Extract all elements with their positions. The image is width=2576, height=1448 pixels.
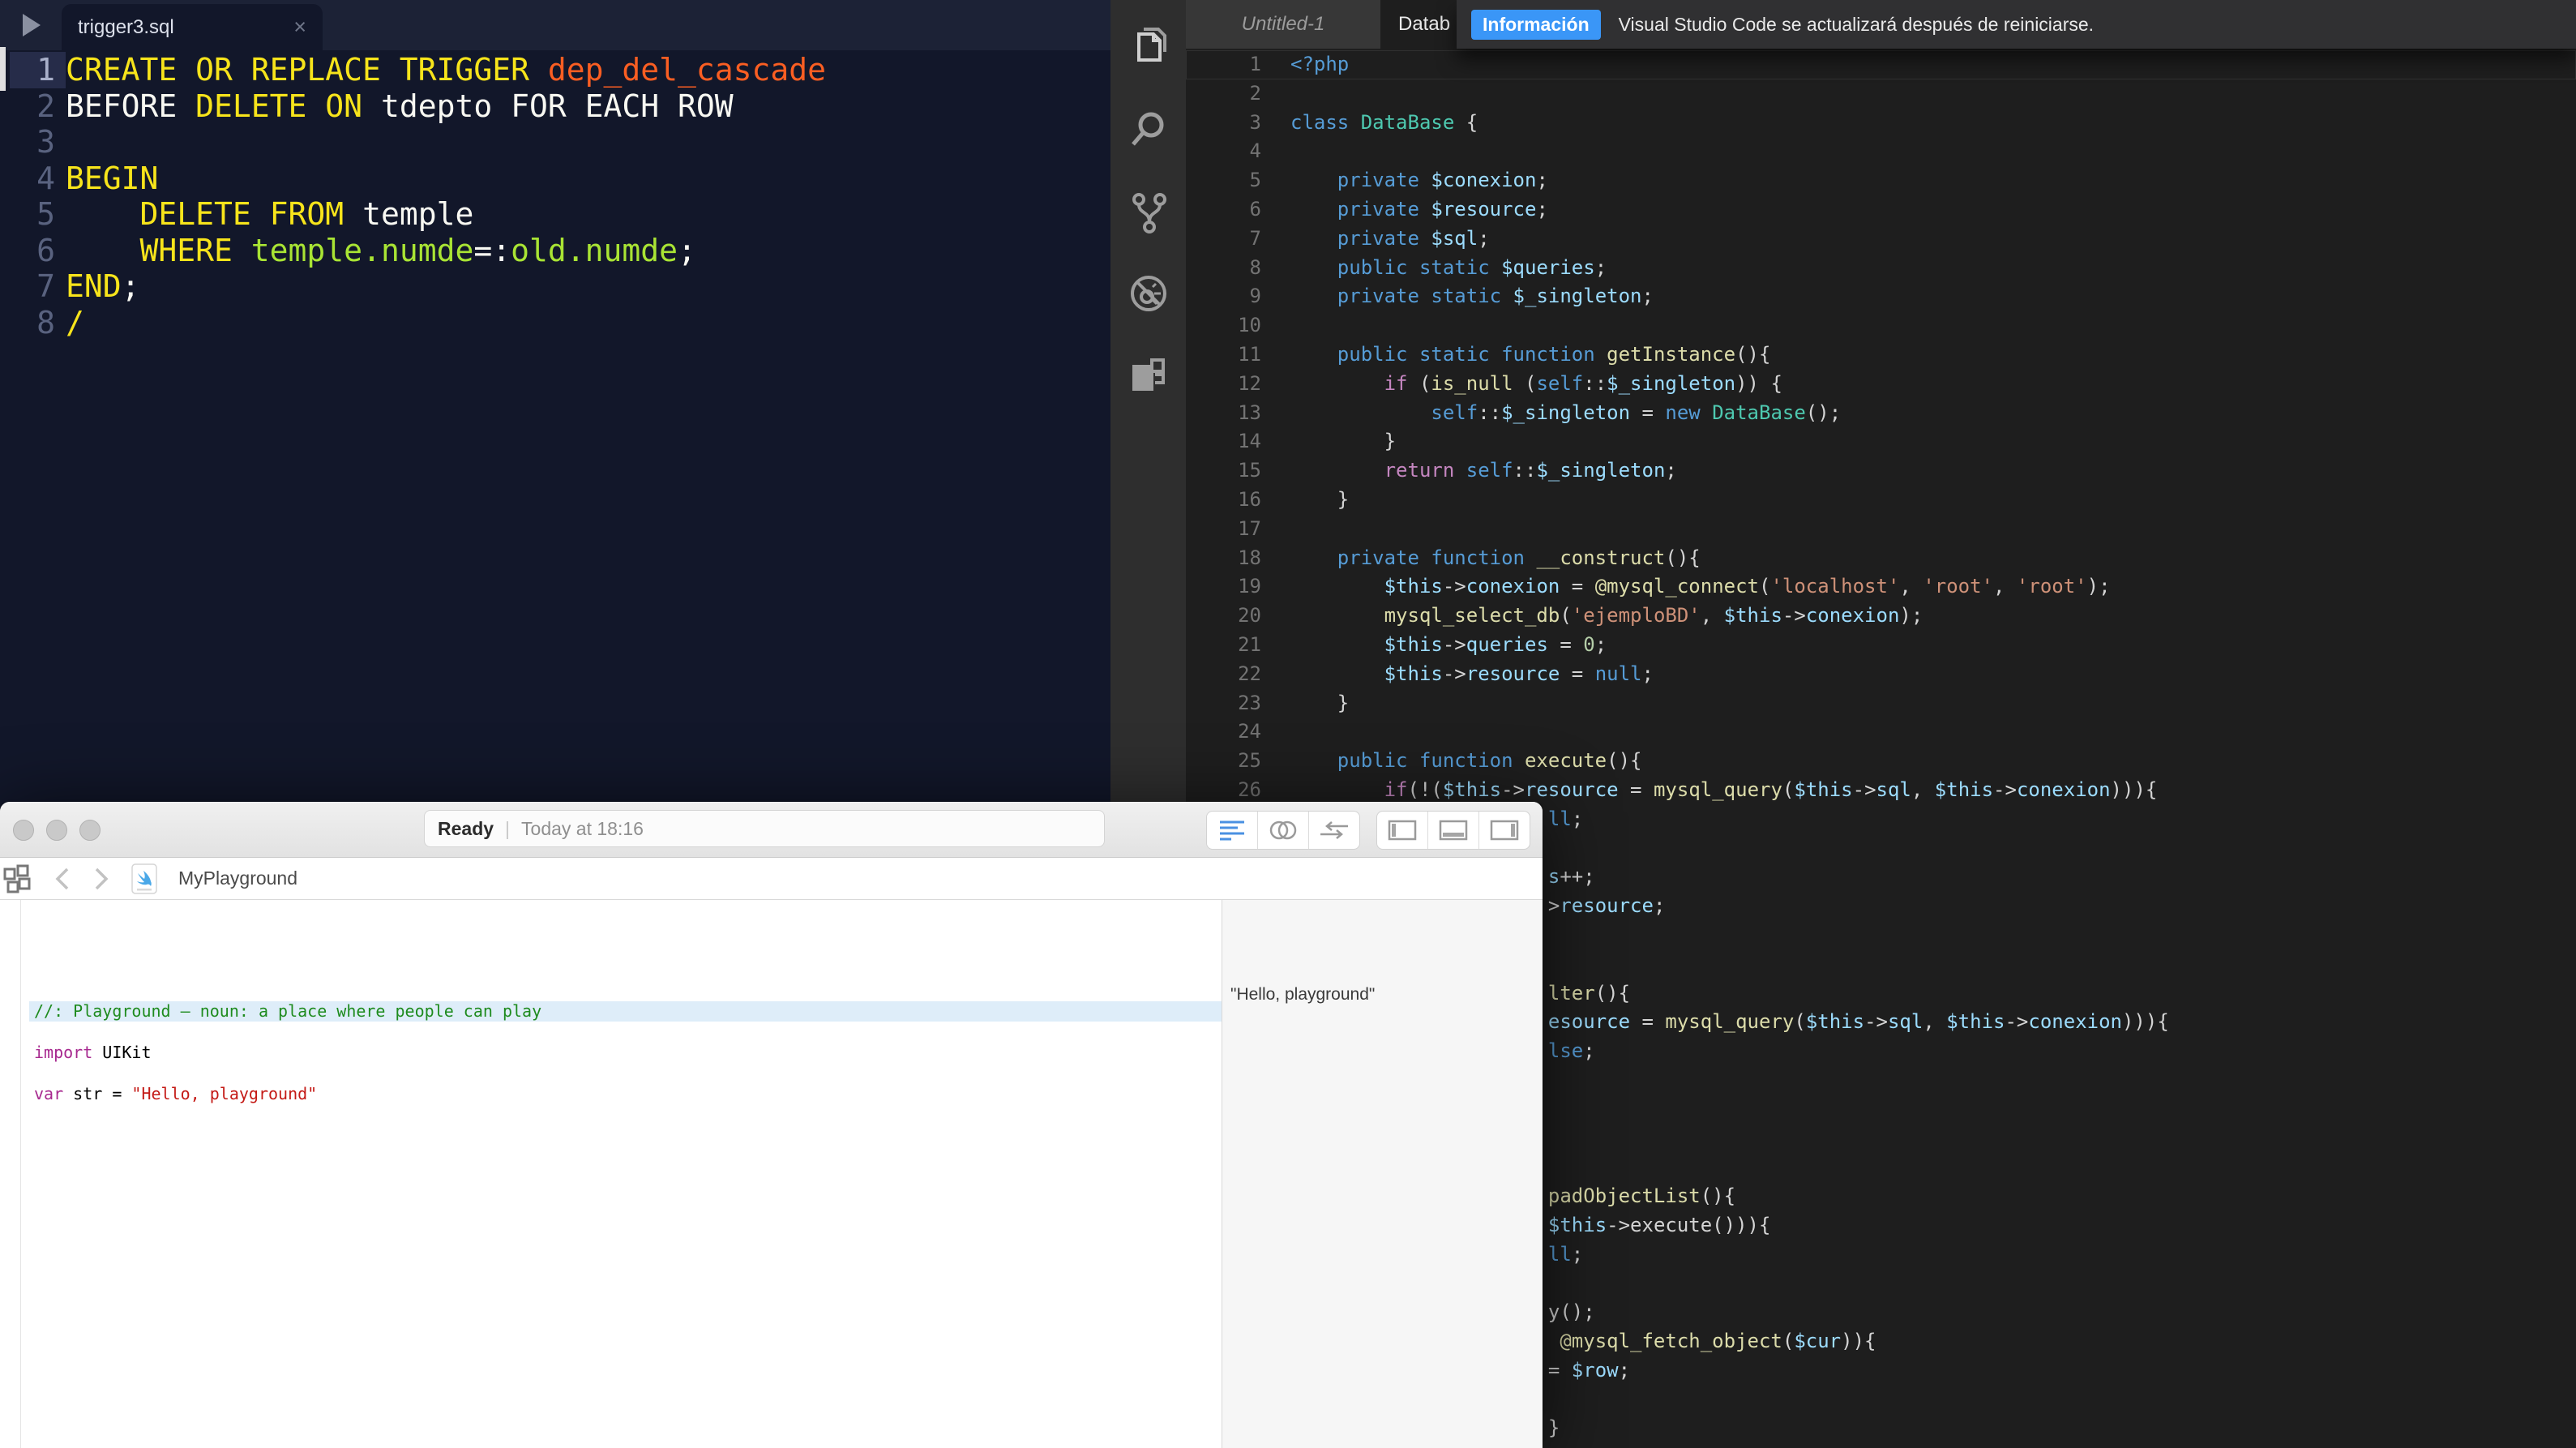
sql-editor-tab-bar: trigger3.sql ×	[0, 0, 1110, 50]
code-line: 6 private $resource;	[1249, 197, 1548, 221]
code-line: import UIKit	[34, 1042, 152, 1062]
swift-code-area[interactable]: //: Playground – noun: a place where peo…	[29, 1001, 1222, 1104]
result-value: "Hello, playground"	[1230, 985, 1376, 1004]
tab-trigger3-sql[interactable]: trigger3.sql ×	[62, 4, 323, 50]
related-items-icon[interactable]	[3, 864, 32, 893]
jump-bar-file-name[interactable]: MyPlayground	[178, 868, 297, 889]
status-separator: |	[505, 817, 511, 839]
close-window-icon[interactable]	[13, 820, 34, 841]
notification-badge: Información	[1471, 9, 1601, 40]
code-line: 5 private $conexion;	[1249, 169, 1548, 192]
play-triangle-icon[interactable]	[23, 14, 41, 36]
code-line: 2	[1249, 81, 1261, 105]
swift-file-icon	[131, 863, 157, 894]
source-control-git-icon[interactable]	[1128, 191, 1170, 233]
code-line: 7 private $sql;	[1249, 226, 1490, 250]
code-line: 2 BEFORE DELETE ON tdepto FOR EACH ROW	[36, 88, 734, 124]
update-notification[interactable]: Información Visual Studio Code se actual…	[1457, 0, 2576, 49]
code-line: 21 $this->queries = 0;	[1238, 632, 1607, 656]
code-line: 25 public function execute(){	[1238, 749, 1642, 773]
minimize-window-icon[interactable]	[46, 820, 67, 841]
code-line: 9 private static $_singleton;	[1249, 285, 1654, 308]
code-line: 5 DELETE FROM temple	[36, 196, 474, 232]
gutter-divider	[20, 900, 21, 1448]
explorer-files-icon[interactable]	[1128, 24, 1170, 66]
code-line: 20 mysql_select_db('ejemploBD', $this->c…	[1238, 604, 1923, 628]
assistant-editor-button[interactable]	[1258, 812, 1309, 849]
toggle-debug-area-button[interactable]	[1428, 812, 1479, 849]
code-line: 11 public static function getInstance(){	[1238, 342, 1771, 366]
code-line: 3	[36, 124, 55, 160]
notification-message: Visual Studio Code se actualizará despué…	[1618, 13, 2095, 35]
code-line: 1 CREATE OR REPLACE TRIGGER dep_del_casca…	[10, 52, 1120, 88]
jump-bar: MyPlayground	[0, 858, 1543, 900]
code-line: 15 return self::$_singleton;	[1238, 459, 1677, 482]
version-editor-button[interactable]	[1309, 812, 1359, 849]
status-text: Ready	[438, 817, 494, 839]
title-bar[interactable]: Ready | Today at 18:16	[0, 802, 1543, 858]
code-line: 3 class DataBase {	[1249, 110, 1478, 134]
status-time: Today at 18:16	[521, 817, 644, 839]
tab-untitled-1[interactable]: Untitled-1	[1186, 0, 1380, 49]
tab-label: Untitled-1	[1241, 13, 1325, 35]
code-line: //: Playground – noun: a place where peo…	[29, 1001, 1222, 1022]
code-line: 1 <?php	[1186, 50, 2576, 79]
background-window-sliver	[0, 47, 6, 91]
code-line: 13 self::$_singleton = new DataBase();	[1238, 401, 1842, 424]
search-icon[interactable]	[1128, 108, 1170, 150]
close-tab-icon[interactable]: ×	[293, 16, 306, 38]
xcode-playground-window: Ready | Today at 18:16 MyPlayground //: …	[0, 802, 1543, 1448]
code-line: 8/	[36, 304, 84, 341]
code-line: 17	[1238, 516, 1261, 540]
code-line: 19 $this->conexion = @mysql_connect('loc…	[1238, 575, 2111, 598]
code-line: 4 BEGIN	[36, 160, 159, 196]
editor-mode-segmented-control	[1206, 811, 1360, 850]
toggle-inspectors-panel-button[interactable]	[1479, 812, 1530, 849]
code-line: 7 END;	[36, 268, 140, 304]
sql-code-area[interactable]: 1 CREATE OR REPLACE TRIGGER dep_del_casca…	[0, 52, 1120, 341]
code-line: var str = "Hello, playground"	[34, 1083, 318, 1103]
code-line: 22 $this->resource = null;	[1238, 662, 1654, 685]
tab-label: Datab	[1398, 13, 1451, 35]
code-line: 26 if(!($this->resource = mysql_query($t…	[1238, 778, 2158, 801]
code-line: 12 if (is_null (self::$_singleton)) {	[1238, 371, 1782, 395]
code-line: 23 }	[1238, 691, 1350, 714]
code-line: 4	[1249, 139, 1261, 163]
activity-status-view: Ready | Today at 18:16	[424, 810, 1105, 847]
desktop: trigger3.sql × 1 CREATE OR REPLACE TRIGGE…	[0, 0, 2576, 1448]
code-line: 18 private function __construct(){	[1238, 546, 1701, 569]
zoom-window-icon[interactable]	[79, 820, 101, 841]
debug-icon[interactable]	[1128, 272, 1170, 315]
panel-toggle-segmented-control	[1376, 811, 1530, 850]
playground-results-sidebar: "Hello, playground"	[1222, 900, 1543, 1448]
code-line: 24	[1238, 720, 1261, 743]
extensions-icon[interactable]	[1128, 353, 1170, 396]
standard-editor-button[interactable]	[1207, 812, 1258, 849]
code-line: 14 }	[1238, 430, 1397, 453]
code-line: 6 WHERE temple.numde=:old.numde;	[36, 232, 696, 268]
go-forward-icon[interactable]	[92, 866, 110, 892]
tab-title: trigger3.sql	[78, 15, 174, 38]
toggle-navigator-panel-button[interactable]	[1377, 812, 1428, 849]
code-line: 8 public static $queries;	[1249, 255, 1607, 279]
code-line: 16 }	[1238, 487, 1350, 511]
code-line: 10	[1238, 314, 1261, 337]
go-back-icon[interactable]	[53, 866, 71, 892]
